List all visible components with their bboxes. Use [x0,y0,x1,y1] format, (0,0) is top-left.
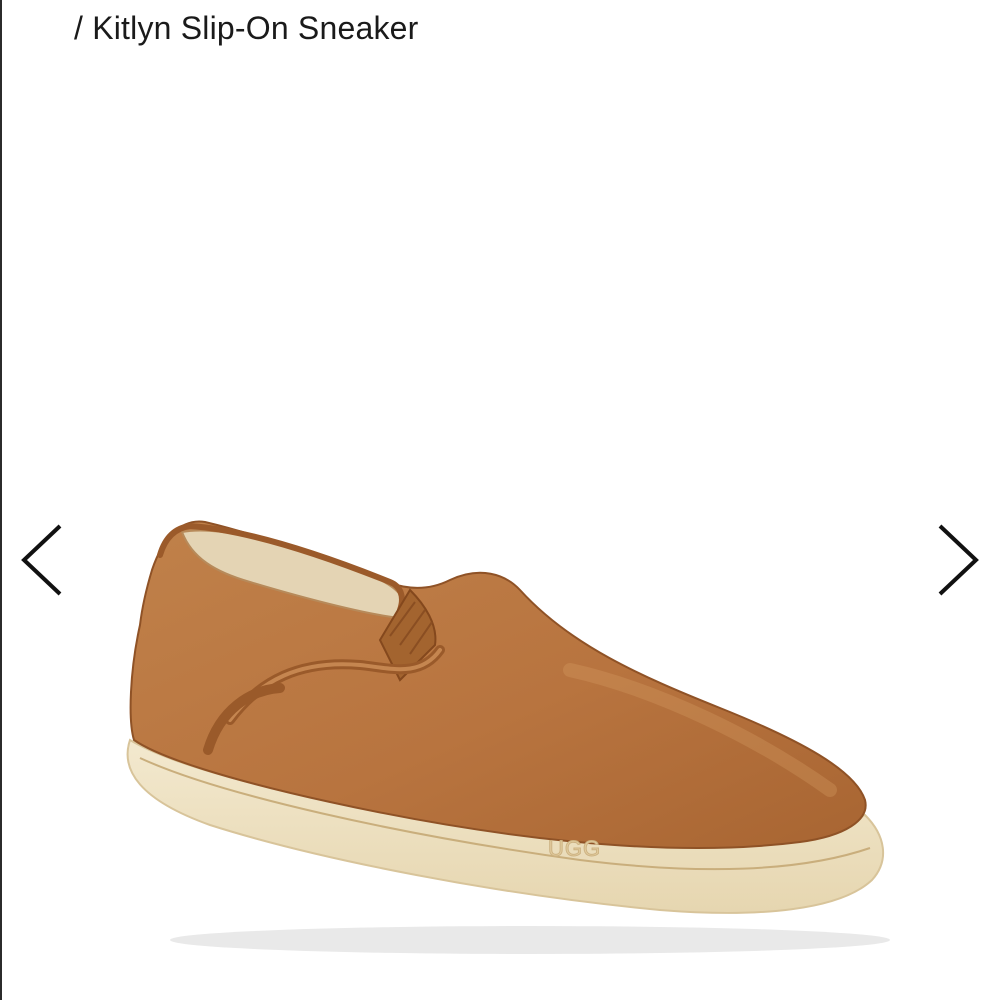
gallery-prev-button[interactable] [18,522,66,598]
brand-mark: UGG [548,836,601,861]
product-image-gallery: UGG [0,60,1000,1000]
chevron-left-icon [21,524,62,596]
product-image: UGG [126,520,890,954]
breadcrumb-separator: / [74,10,84,46]
gallery-next-button[interactable] [934,522,982,598]
chevron-right-icon [938,524,979,596]
breadcrumb: / Kitlyn Slip-On Sneaker [74,10,419,47]
breadcrumb-current: Kitlyn Slip-On Sneaker [92,10,419,46]
